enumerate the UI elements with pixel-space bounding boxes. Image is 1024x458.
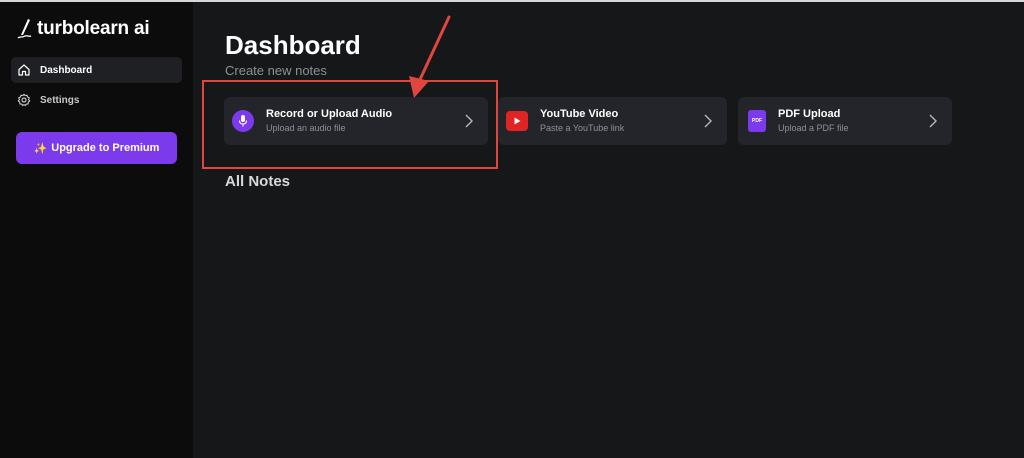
pdf-icon: PDF — [748, 110, 766, 132]
chevron-right-icon — [929, 114, 937, 128]
annotation-arrow-icon — [409, 15, 451, 98]
pdf-icon-label: PDF — [752, 118, 762, 124]
page-title: Dashboard — [225, 30, 361, 60]
page-subtitle: Create new notes — [225, 63, 327, 78]
sidebar-item-settings[interactable]: Settings — [11, 87, 182, 113]
gear-icon — [17, 93, 31, 107]
app-logo[interactable]: turbolearn ai — [15, 18, 150, 40]
all-notes-heading: All Notes — [225, 173, 291, 190]
card-title: PDF Upload — [778, 108, 841, 120]
youtube-icon — [506, 111, 528, 131]
main-content: Dashboard Create new notes Record or Upl… — [193, 2, 1024, 458]
youtube-video-card[interactable]: YouTube Video Paste a YouTube link — [498, 97, 727, 145]
sparkle-icon: ✨ — [33, 142, 48, 155]
sidebar-item-dashboard[interactable]: Dashboard — [11, 57, 182, 83]
home-icon — [18, 64, 30, 76]
app-name: turbolearn ai — [37, 18, 150, 39]
pen-logo-icon — [17, 19, 32, 39]
card-title: YouTube Video — [540, 108, 619, 120]
chevron-right-icon — [704, 114, 712, 128]
upgrade-to-premium-button[interactable]: ✨ Upgrade to Premium — [16, 132, 177, 164]
pdf-upload-card[interactable]: PDF PDF Upload Upload a PDF file — [738, 97, 952, 145]
annotation-highlight-box — [202, 80, 498, 169]
upgrade-button-label: Upgrade to Premium — [51, 142, 160, 154]
sidebar-item-label: Dashboard — [40, 64, 93, 76]
sidebar: turbolearn ai Dashboard Settings ✨ Upgra… — [0, 2, 193, 458]
card-description: Paste a YouTube link — [540, 123, 625, 133]
sidebar-item-label: Settings — [40, 94, 80, 106]
card-description: Upload a PDF file — [778, 123, 849, 133]
